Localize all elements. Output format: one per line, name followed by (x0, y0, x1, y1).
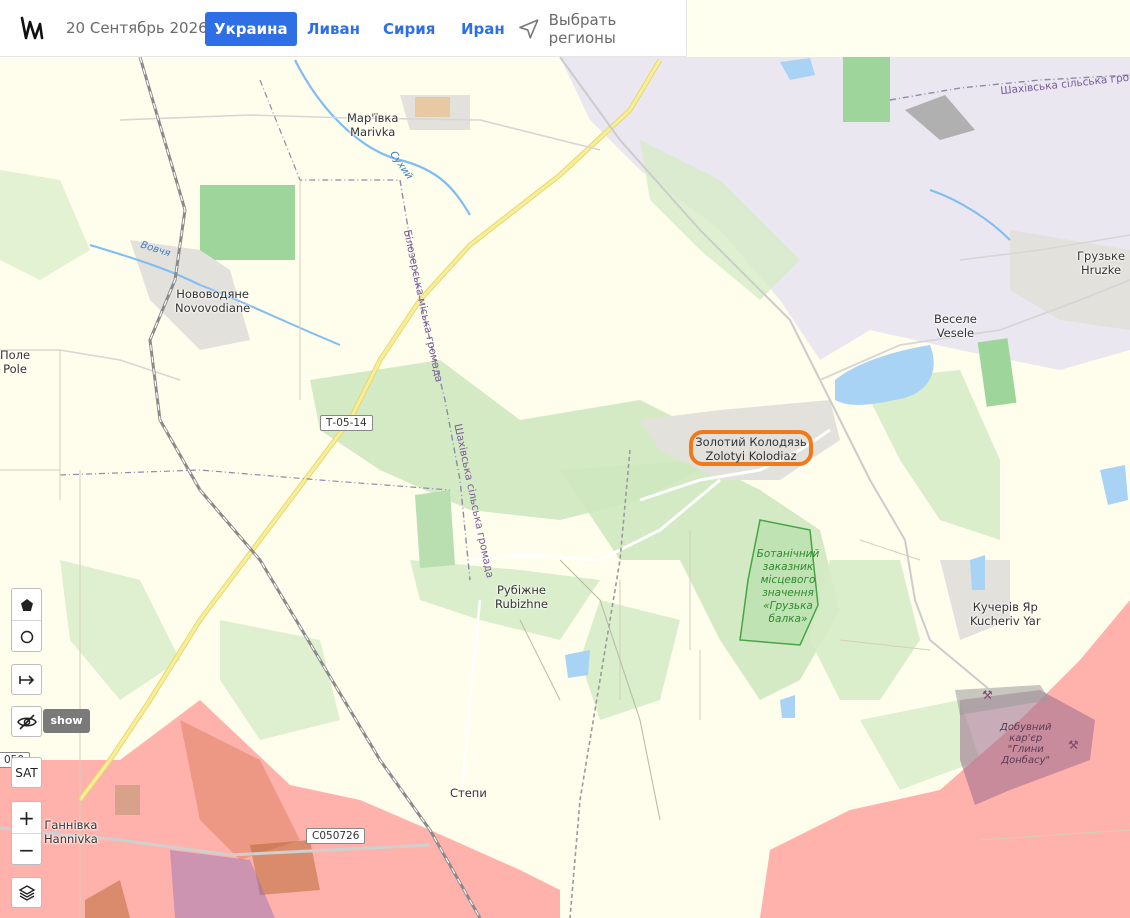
reserve-label: Ботанічний заказник місцевого значення «… (756, 548, 820, 625)
circle-icon (20, 630, 33, 643)
tab-syria[interactable]: Сирия (374, 12, 444, 46)
place-label-kucheriv-yar: Кучерів Яр Kucheriv Yar (970, 600, 1041, 628)
select-regions-label: Выбрать регионы (548, 11, 617, 47)
quarry-label: Добувний кар'єр "Глини Донбасу" (1000, 722, 1052, 766)
place-label-novovodiane: Нововодяне Novovodiane (175, 287, 251, 315)
select-regions-button[interactable]: Выбрать регионы (517, 11, 686, 47)
road-shield-t0514: Т-05-14 (320, 415, 373, 431)
zoom-out-button[interactable]: − (12, 833, 41, 865)
tab-ukraine[interactable]: Украина (205, 12, 297, 46)
quarry-icon: ⚒ (1068, 738, 1079, 752)
zoom-controls: + − (11, 801, 42, 865)
date-label: 20 Сентябрь 2026 (66, 19, 208, 37)
visibility-toggle-button[interactable] (11, 706, 42, 737)
logo-icon[interactable] (18, 14, 48, 44)
place-label-hruzke: Грузьке Hruzke (1077, 249, 1126, 277)
circle-tool-button[interactable] (12, 620, 41, 652)
draw-tools (11, 588, 42, 652)
layers-button[interactable] (11, 877, 42, 908)
layers-icon (18, 884, 35, 901)
place-label-hannivka: Ганнівка Hannivka (44, 818, 98, 846)
top-bar: 20 Сентябрь 2026 Украина Ливан Сирия Ира… (0, 0, 687, 57)
place-label-marivka: Мар'ївка Marivka (347, 111, 399, 139)
place-label-pole: Поле Pole (0, 348, 31, 376)
place-label-zolotyi-kolodiaz[interactable]: Золотий Колодязь Zolotyi Kolodiaz (693, 435, 809, 463)
tab-iran[interactable]: Иран (452, 12, 514, 46)
polygon-tool-button[interactable] (12, 589, 41, 620)
arrow-to-right-icon (18, 674, 34, 685)
show-button[interactable]: show (43, 709, 90, 733)
place-label-vesele: Веселе Vesele (934, 312, 977, 340)
navigation-arrow-icon (519, 19, 539, 39)
eye-slash-icon (16, 713, 37, 730)
pentagon-icon (20, 598, 33, 611)
map-canvas[interactable] (0, 57, 1130, 918)
place-label-rubizhne: Рубіжне Rubizhne (495, 583, 548, 611)
quarry-icon: ⚒ (982, 688, 993, 702)
zoom-in-button[interactable]: + (12, 802, 41, 833)
tab-lebanon[interactable]: Ливан (298, 12, 369, 46)
satellite-toggle-button[interactable]: SAT (11, 757, 42, 788)
road-shield-c050726: С050726 (306, 828, 366, 844)
place-label-stepy: Степи (450, 786, 487, 800)
measure-button[interactable] (11, 664, 42, 695)
